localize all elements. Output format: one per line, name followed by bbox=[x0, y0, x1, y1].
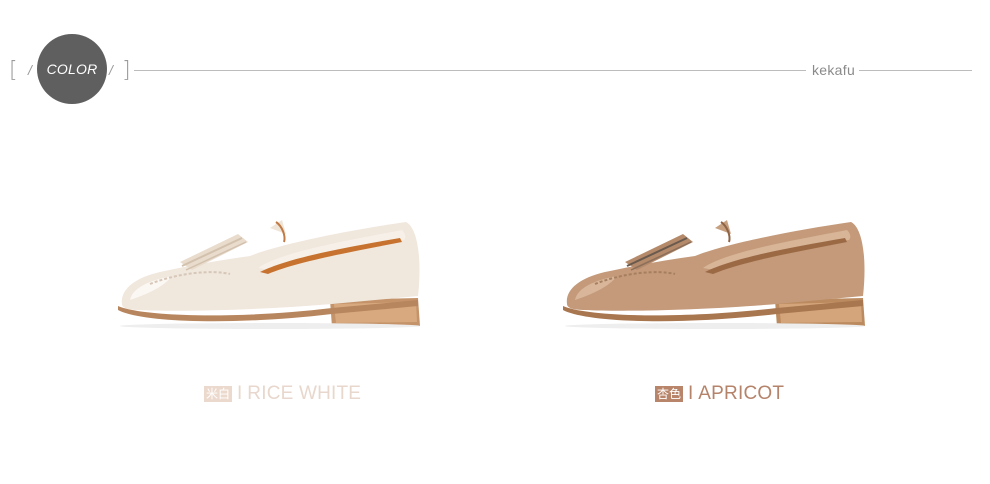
slash-right: / bbox=[109, 62, 113, 78]
header-rule bbox=[134, 70, 806, 71]
color-badge-label: COLOR bbox=[46, 61, 98, 77]
color-chip: 米白 bbox=[204, 386, 233, 402]
header-rule-tail bbox=[859, 70, 972, 71]
color-chip: 杏色 bbox=[655, 386, 684, 402]
slash-left: / bbox=[28, 62, 32, 78]
separator: I bbox=[688, 383, 694, 404]
loafer-shoe-icon bbox=[563, 220, 865, 329]
color-name: RICE WHITE bbox=[247, 383, 362, 404]
section-header: [ / COLOR / ] kekafu bbox=[0, 0, 990, 140]
separator: I bbox=[237, 383, 243, 404]
brand-name: kekafu bbox=[812, 62, 856, 78]
caption-apricot: 杏色 I APRICOT bbox=[655, 384, 784, 404]
color-name: APRICOT bbox=[698, 383, 785, 404]
product-apricot bbox=[555, 200, 875, 340]
product-rice-white bbox=[110, 200, 430, 340]
bracket-close: ] bbox=[122, 58, 131, 83]
bracket-open: [ bbox=[9, 58, 18, 83]
color-badge: COLOR bbox=[37, 34, 107, 104]
loafer-shoe-icon bbox=[118, 220, 420, 329]
caption-rice-white: 米白 I RICE WHITE bbox=[204, 384, 361, 404]
